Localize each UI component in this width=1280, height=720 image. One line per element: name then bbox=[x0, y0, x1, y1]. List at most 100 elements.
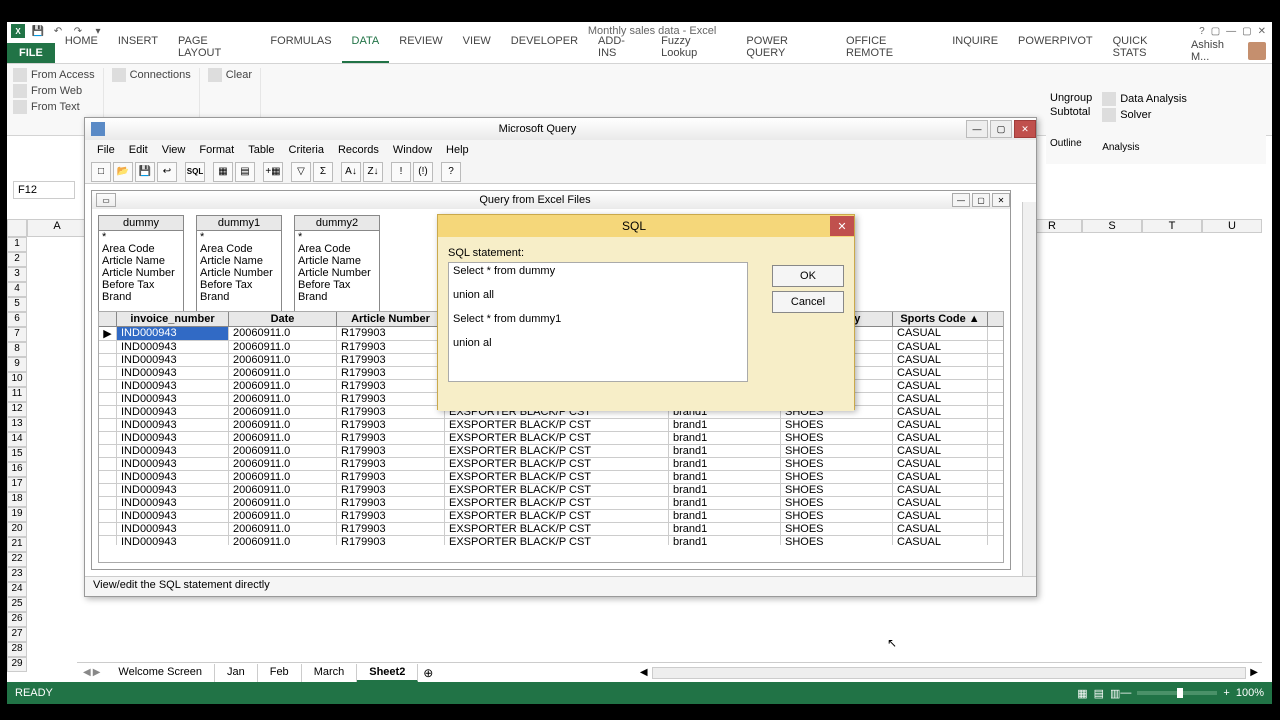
tb-open-icon[interactable]: 📂 bbox=[113, 162, 133, 182]
field-item[interactable]: Before Tax bbox=[295, 279, 379, 291]
row-header[interactable]: 21 bbox=[7, 537, 27, 552]
row-header[interactable]: 8 bbox=[7, 342, 27, 357]
inner-sysmenu-icon[interactable]: ▭ bbox=[96, 193, 116, 207]
field-item[interactable]: Article Name bbox=[197, 255, 281, 267]
save-icon[interactable]: 💾 bbox=[31, 24, 45, 38]
tb-save-icon[interactable]: 💾 bbox=[135, 162, 155, 182]
maximize-icon[interactable]: ▢ bbox=[1242, 26, 1251, 37]
close-icon[interactable]: ✕ bbox=[1258, 26, 1266, 37]
tab-insert[interactable]: INSERT bbox=[108, 31, 168, 63]
table-row[interactable]: IND00094320060911.0R179903EXSPORTER BLAC… bbox=[99, 458, 1003, 471]
row-header[interactable]: 22 bbox=[7, 552, 27, 567]
name-box[interactable] bbox=[13, 181, 75, 199]
cancel-button[interactable]: Cancel bbox=[772, 291, 844, 313]
tab-office-remote[interactable]: OFFICE REMOTE bbox=[836, 31, 942, 63]
row-header[interactable]: 9 bbox=[7, 357, 27, 372]
inner-titlebar[interactable]: ▭ Query from Excel Files — ▢ ✕ bbox=[92, 191, 1010, 209]
row-header[interactable]: 29 bbox=[7, 657, 27, 672]
table-dummy2[interactable]: dummy2*Area CodeArticle NameArticle Numb… bbox=[294, 215, 380, 316]
table-dummy[interactable]: dummy*Area CodeArticle NameArticle Numbe… bbox=[98, 215, 184, 316]
select-all-corner[interactable] bbox=[7, 219, 27, 237]
table-dummy1[interactable]: dummy1*Area CodeArticle NameArticle Numb… bbox=[196, 215, 282, 316]
field-item[interactable]: Article Name bbox=[295, 255, 379, 267]
row-header[interactable]: 13 bbox=[7, 417, 27, 432]
view-normal-icon[interactable]: ▦ bbox=[1077, 687, 1087, 700]
field-item[interactable]: Brand bbox=[99, 291, 183, 303]
menu-criteria[interactable]: Criteria bbox=[283, 142, 330, 158]
field-item[interactable]: Article Number bbox=[197, 267, 281, 279]
field-item[interactable]: Area Code bbox=[197, 243, 281, 255]
field-item[interactable]: * bbox=[99, 231, 183, 243]
row-header[interactable]: 14 bbox=[7, 432, 27, 447]
clear-button[interactable]: Clear bbox=[208, 68, 252, 82]
row-header[interactable]: 1 bbox=[7, 237, 27, 252]
tb-sql-icon[interactable]: SQL bbox=[185, 162, 205, 182]
row-header[interactable]: 23 bbox=[7, 567, 27, 582]
tb-sortasc-icon[interactable]: A↓ bbox=[341, 162, 361, 182]
row-header[interactable]: 12 bbox=[7, 402, 27, 417]
tab-view[interactable]: VIEW bbox=[453, 31, 501, 63]
menu-records[interactable]: Records bbox=[332, 142, 385, 158]
tab-page-layout[interactable]: PAGE LAYOUT bbox=[168, 31, 260, 63]
row-header[interactable]: 18 bbox=[7, 492, 27, 507]
row-header[interactable]: 7 bbox=[7, 327, 27, 342]
ungroup-button[interactable]: Ungroup bbox=[1050, 92, 1092, 104]
zoom-in-icon[interactable]: + bbox=[1223, 687, 1229, 699]
ribbon-options-icon[interactable]: ▢ bbox=[1211, 26, 1220, 37]
minimize-icon[interactable]: — bbox=[1226, 26, 1236, 37]
field-item[interactable]: * bbox=[197, 231, 281, 243]
msquery-maximize[interactable]: ▢ bbox=[990, 120, 1012, 138]
solver-button[interactable]: Solver bbox=[1102, 108, 1187, 122]
ok-button[interactable]: OK bbox=[772, 265, 844, 287]
hscrollbar[interactable] bbox=[652, 667, 1247, 679]
tb-filter-icon[interactable]: ▽ bbox=[291, 162, 311, 182]
hscroll-left-icon[interactable]: ◀ bbox=[636, 667, 652, 678]
field-item[interactable]: Brand bbox=[197, 291, 281, 303]
tab-quick-stats[interactable]: QUICK STATS bbox=[1103, 31, 1191, 63]
grid-header[interactable]: Sports Code ▲ bbox=[893, 312, 988, 326]
row-header[interactable]: 24 bbox=[7, 582, 27, 597]
tab-home[interactable]: HOME bbox=[55, 31, 108, 63]
add-sheet-button[interactable]: ⊕ bbox=[418, 666, 438, 680]
tb-new-icon[interactable]: □ bbox=[91, 162, 111, 182]
tab-fuzzy-lookup[interactable]: Fuzzy Lookup bbox=[651, 31, 736, 63]
tb-help-icon[interactable]: ? bbox=[441, 162, 461, 182]
sql-dialog-close[interactable]: ✕ bbox=[830, 216, 854, 236]
tb-return-icon[interactable]: ↩ bbox=[157, 162, 177, 182]
sheet-tab-sheet2[interactable]: Sheet2 bbox=[357, 664, 418, 682]
sql-textarea[interactable] bbox=[448, 262, 748, 382]
sql-dialog-titlebar[interactable]: SQL ✕ bbox=[438, 215, 854, 237]
help-icon[interactable]: ? bbox=[1199, 26, 1205, 37]
table-row[interactable]: IND00094320060911.0R179903EXSPORTER BLAC… bbox=[99, 484, 1003, 497]
from-access-button[interactable]: From Access bbox=[13, 68, 95, 82]
row-header[interactable]: 2 bbox=[7, 252, 27, 267]
menu-format[interactable]: Format bbox=[193, 142, 240, 158]
tab-review[interactable]: REVIEW bbox=[389, 31, 452, 63]
table-row[interactable]: IND00094320060911.0R179903EXSPORTER BLAC… bbox=[99, 497, 1003, 510]
tab-developer[interactable]: DEVELOPER bbox=[501, 31, 588, 63]
inner-close[interactable]: ✕ bbox=[992, 193, 1010, 207]
row-header[interactable]: 11 bbox=[7, 387, 27, 402]
table-row[interactable]: IND00094320060911.0R179903EXSPORTER BLAC… bbox=[99, 536, 1003, 545]
tab-powerpivot[interactable]: POWERPIVOT bbox=[1008, 31, 1103, 63]
grid-header[interactable]: Date bbox=[229, 312, 337, 326]
sheet-tab-feb[interactable]: Feb bbox=[258, 664, 302, 682]
menu-file[interactable]: File bbox=[91, 142, 121, 158]
row-header[interactable]: 27 bbox=[7, 627, 27, 642]
account-area[interactable]: Ashish M... bbox=[1191, 39, 1272, 63]
field-item[interactable]: * bbox=[295, 231, 379, 243]
row-header[interactable]: 20 bbox=[7, 522, 27, 537]
row-header[interactable]: 3 bbox=[7, 267, 27, 282]
zoom-out-icon[interactable]: — bbox=[1120, 687, 1131, 699]
sheet-tab-welcome-screen[interactable]: Welcome Screen bbox=[106, 664, 215, 682]
row-header[interactable]: 6 bbox=[7, 312, 27, 327]
file-tab[interactable]: FILE bbox=[7, 43, 55, 63]
inner-minimize[interactable]: — bbox=[952, 193, 970, 207]
hscroll-right-icon[interactable]: ▶ bbox=[1246, 667, 1262, 678]
subtotal-button[interactable]: Subtotal bbox=[1050, 106, 1092, 118]
tb-autoquery-icon[interactable]: ! bbox=[391, 162, 411, 182]
col-header-t[interactable]: T bbox=[1142, 219, 1202, 233]
view-layout-icon[interactable]: ▤ bbox=[1094, 687, 1104, 700]
menu-view[interactable]: View bbox=[156, 142, 192, 158]
tb-sortdesc-icon[interactable]: Z↓ bbox=[363, 162, 383, 182]
